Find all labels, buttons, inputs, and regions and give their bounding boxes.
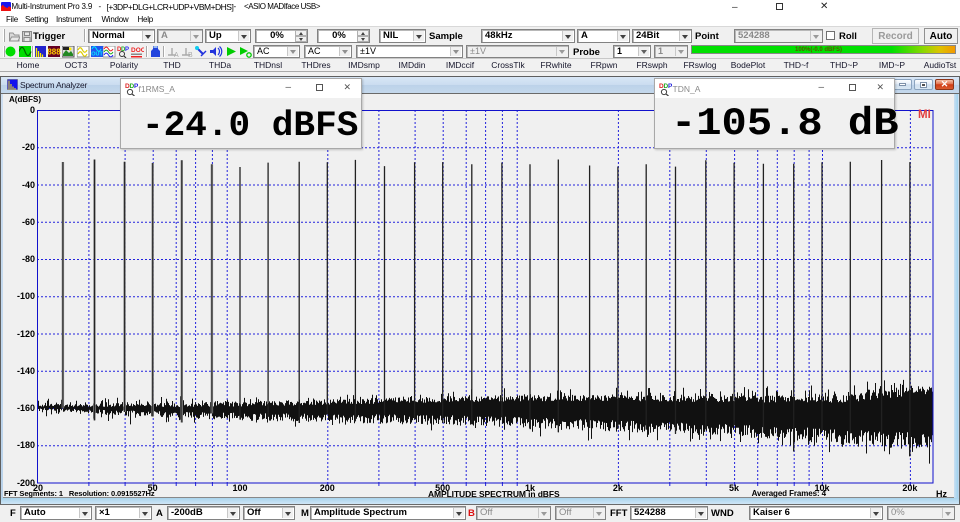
svg-text:A: A (174, 52, 179, 58)
svg-text:DOC: DOC (131, 47, 144, 54)
svg-text:B: B (188, 52, 193, 58)
svg-text:P: P (125, 47, 129, 53)
svg-text:P: P (134, 83, 138, 90)
svg-text:OUT: OUT (91, 51, 103, 57)
svg-text:888: 888 (48, 47, 61, 56)
svg-text:P: P (668, 83, 672, 90)
